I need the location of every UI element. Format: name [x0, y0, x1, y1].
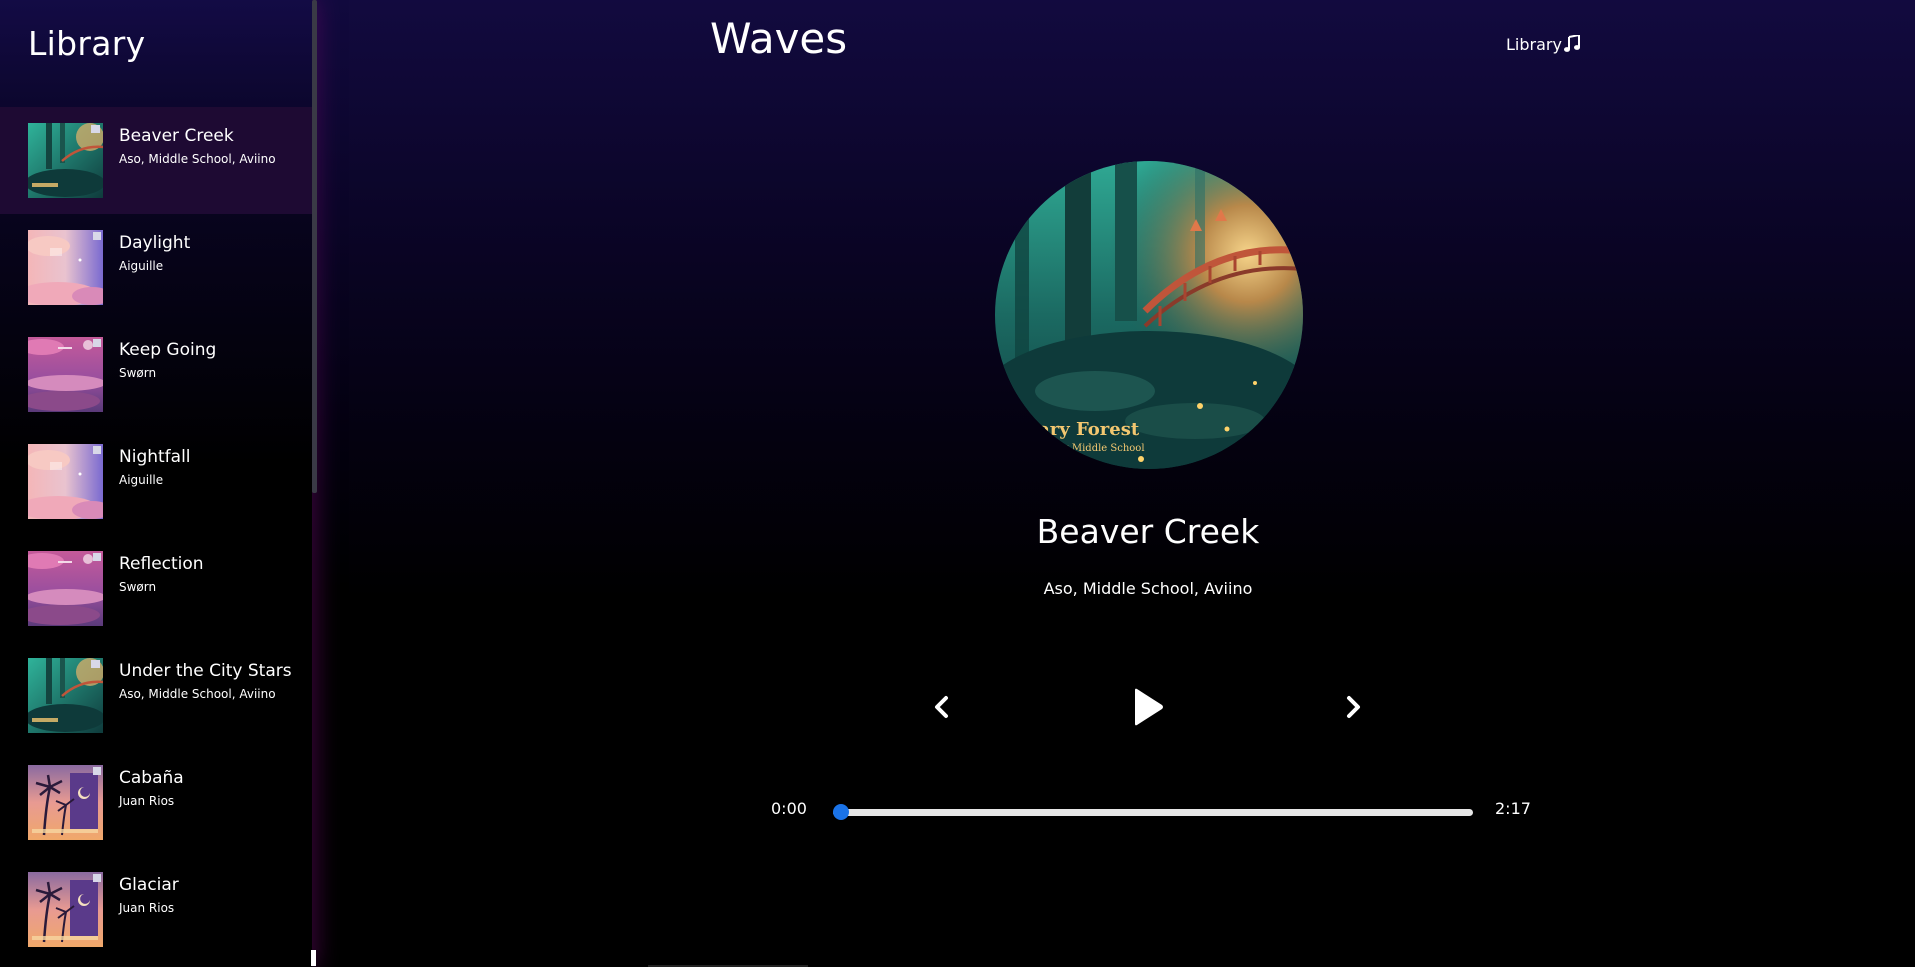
song-artist: Aso, Middle School, Aviino — [119, 687, 276, 701]
song-artist: Juan Rios — [119, 794, 175, 808]
song-cover-image — [28, 551, 103, 626]
app-title: Waves — [710, 14, 848, 63]
song-list-item[interactable]: Nightfall Aiguille — [0, 428, 312, 535]
progress-slider[interactable] — [833, 809, 1473, 816]
song-list-item[interactable]: Cabaña Juan Rios — [0, 749, 312, 856]
song-name: Reflection — [119, 554, 204, 574]
song-name: Beaver Creek — [119, 126, 234, 146]
song-list-item[interactable]: Beaver Creek Aso, Middle School, Aviino — [0, 107, 312, 214]
scroll-marker — [311, 950, 316, 966]
chevron-left-icon — [935, 696, 948, 718]
library-toggle-button[interactable]: Library — [1506, 32, 1580, 56]
song-name: Under the City Stars — [119, 661, 292, 681]
song-cover-image — [28, 658, 103, 733]
track-title: Beaver Creek — [1036, 512, 1260, 551]
song-info: Keep Going Swørn — [119, 340, 299, 381]
album-art-image: nary Forest iino x Middle School — [995, 161, 1303, 469]
song-info: Under the City Stars Aso, Middle School, … — [119, 661, 299, 702]
album-art: nary Forest iino x Middle School — [995, 161, 1303, 469]
song-artist: Juan Rios — [119, 901, 175, 915]
song-cover-image — [28, 872, 103, 947]
previous-track-button[interactable] — [930, 694, 954, 720]
progress-thumb[interactable] — [833, 804, 849, 820]
song-artist: Swørn — [119, 366, 157, 380]
track-artist: Aso, Middle School, Aviino — [1043, 579, 1253, 598]
song-cover-image — [28, 337, 103, 412]
chevron-right-icon — [1347, 696, 1360, 718]
song-list-item[interactable]: Glaciar Juan Rios — [0, 856, 312, 963]
song-artist: Swørn — [119, 580, 157, 594]
song-name: Daylight — [119, 233, 191, 253]
song-info: Daylight Aiguille — [119, 233, 299, 274]
album-art-title-text: nary Forest — [1025, 419, 1140, 440]
song-info: Nightfall Aiguille — [119, 447, 299, 488]
library-sidebar: Library Beaver Creek Aso, Middle School, … — [0, 0, 312, 967]
song-info: Cabaña Juan Rios — [119, 768, 299, 809]
song-cover-image — [28, 444, 103, 519]
album-art-subtitle-text: iino x Middle School — [1041, 443, 1145, 454]
library-button-label: Library — [1506, 34, 1562, 54]
song-cover-image — [28, 765, 103, 840]
total-time: 2:17 — [1495, 799, 1531, 818]
song-info: Glaciar Juan Rios — [119, 875, 299, 916]
music-player-app: Library Beaver Creek Aso, Middle School, … — [0, 0, 1915, 967]
song-list: Beaver Creek Aso, Middle School, Aviino Da… — [0, 107, 312, 963]
song-artist: Aso, Middle School, Aviino — [119, 152, 276, 166]
play-button[interactable] — [1132, 688, 1164, 726]
play-icon — [1135, 688, 1163, 726]
song-name: Cabaña — [119, 768, 184, 788]
song-list-item[interactable]: Daylight Aiguille — [0, 214, 312, 321]
sidebar-scrollbar[interactable] — [312, 0, 317, 493]
song-cover-image — [28, 123, 103, 198]
current-time: 0:00 — [771, 799, 807, 818]
song-list-item[interactable]: Reflection Swørn — [0, 535, 312, 642]
song-artist: Aiguille — [119, 473, 164, 487]
song-name: Nightfall — [119, 447, 191, 467]
song-info: Beaver Creek Aso, Middle School, Aviino — [119, 126, 299, 167]
song-cover-image — [28, 230, 103, 305]
song-info: Reflection Swørn — [119, 554, 299, 595]
next-track-button[interactable] — [1341, 694, 1365, 720]
song-name: Keep Going — [119, 340, 217, 360]
library-title: Library — [28, 24, 146, 63]
song-list-item[interactable]: Under the City Stars Aso, Middle School, … — [0, 642, 312, 749]
song-artist: Aiguille — [119, 259, 164, 273]
song-name: Glaciar — [119, 875, 179, 895]
music-note-icon — [1563, 35, 1580, 52]
song-list-item[interactable]: Keep Going Swørn — [0, 321, 312, 428]
